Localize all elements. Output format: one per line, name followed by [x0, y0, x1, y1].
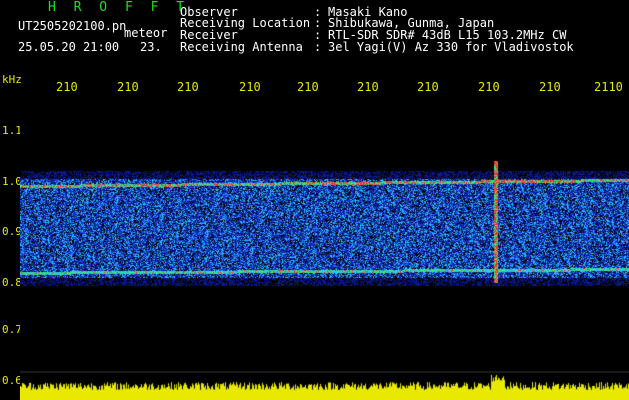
y-unit-label: kHz	[2, 73, 22, 86]
x-tick-9: 210	[539, 80, 561, 94]
antenna-label: Receiving Antenna	[180, 40, 303, 54]
capture-datetime: 25.05.20 21:00	[18, 40, 120, 54]
x-tick-1: 210	[56, 80, 78, 94]
y-tick-1.0: 1.0	[2, 175, 22, 188]
x-tick-4: 210	[239, 80, 261, 94]
x-tick-8: 210	[478, 80, 500, 94]
spectrogram	[20, 96, 629, 376]
antenna-colon: :	[314, 40, 322, 54]
y-tick-1.1: 1.1	[2, 124, 22, 137]
meteor-label: meteor	[124, 26, 168, 40]
antenna-value: 3el Yagi(V) Az 330 for Vladivostok	[328, 40, 574, 54]
x-tick-7: 210	[417, 80, 439, 94]
meteor-count: 23.	[140, 40, 162, 54]
x-tick-3: 210	[177, 80, 199, 94]
x-tick-10: 2110	[594, 80, 623, 94]
x-tick-2: 210	[117, 80, 139, 94]
signal-level-meter	[20, 370, 629, 400]
y-tick-0.8: 0.8	[2, 276, 22, 289]
y-tick-0.7: 0.7	[2, 323, 22, 336]
file-name: UT2505202100.pn	[18, 19, 127, 33]
y-tick-0.9: 0.9	[2, 225, 22, 238]
brand-title: H R O F F T	[48, 0, 190, 15]
y-tick-0.6: 0.6	[2, 374, 22, 387]
x-tick-5: 210	[297, 80, 319, 94]
x-tick-6: 210	[357, 80, 379, 94]
